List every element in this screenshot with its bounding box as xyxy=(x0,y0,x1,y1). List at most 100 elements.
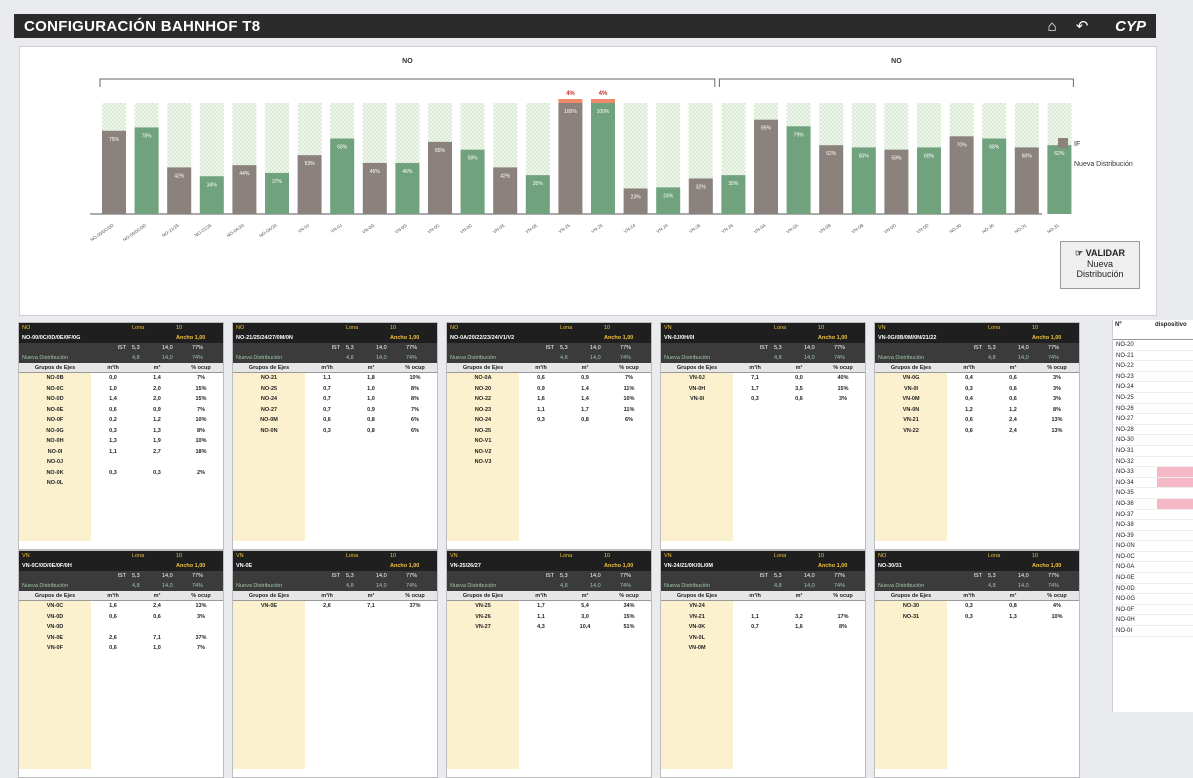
table-row[interactable]: NO-0D 1,4 2,0 15% xyxy=(19,394,223,405)
list-item[interactable]: NO-0F xyxy=(1113,605,1193,616)
category-label: NO-30 xyxy=(981,222,995,234)
legend-label: IF xyxy=(1074,141,1080,148)
table-row[interactable]: VN-0I 0,3 0,6 3% xyxy=(661,394,865,405)
list-item[interactable]: NO-36 xyxy=(1113,498,1193,510)
list-item[interactable]: NO-38 xyxy=(1113,520,1193,531)
table-row[interactable]: VN-0N 1,2 1,2 8% xyxy=(875,405,1079,416)
list-item[interactable]: NO-25 xyxy=(1113,393,1193,404)
table-row[interactable]: NO-23 1,1 1,7 11% xyxy=(447,405,651,416)
table-row[interactable]: VN-25 1,7 5,4 34% xyxy=(447,601,651,612)
table-row[interactable]: NO-0F 0,2 1,2 10% xyxy=(19,415,223,426)
list-item[interactable]: NO-33 xyxy=(1113,467,1193,478)
list-item[interactable]: NO-0N xyxy=(1113,541,1193,552)
list-item[interactable]: NO-32 xyxy=(1113,457,1193,468)
table-row[interactable]: NO-0K 0,3 0,3 2% xyxy=(19,468,223,479)
card-field: Lona xyxy=(774,553,787,559)
list-item[interactable]: NO-0E xyxy=(1113,573,1193,584)
table-row[interactable]: VN-0J 7,1 0,0 40% xyxy=(661,373,865,384)
table-row[interactable]: VN-21 1,1 3,2 17% xyxy=(661,612,865,623)
table-row[interactable]: VN-0M 0,4 0,6 3% xyxy=(875,394,1079,405)
list-item[interactable]: NO-34 xyxy=(1113,477,1193,489)
list-item[interactable]: NO-24 xyxy=(1113,382,1193,393)
table-row[interactable]: NO-25 xyxy=(447,426,651,437)
table-row[interactable]: VN-0K 0,7 1,6 8% xyxy=(661,622,865,633)
list-item[interactable]: NO-37 xyxy=(1113,510,1193,521)
table-row[interactable]: VN-0E 2,6 7,1 37% xyxy=(19,633,223,644)
table-row[interactable]: NO-0C 1,0 2,0 15% xyxy=(19,384,223,395)
category-label: VN-0B xyxy=(851,223,865,235)
card-group-title: NO-21/25/24/27/0M/0N Ancho 1,00 xyxy=(233,333,437,343)
table-row[interactable]: VN-24 xyxy=(661,601,865,612)
bar xyxy=(786,126,811,214)
card-field: Lona xyxy=(346,325,359,331)
table-row[interactable]: VN-21 0,6 2,4 13% xyxy=(875,415,1079,426)
card-type: NO xyxy=(450,325,459,331)
table-row[interactable]: VN-0L xyxy=(661,633,865,644)
home-icon[interactable]: ⌂ xyxy=(1037,18,1067,35)
table-row[interactable]: VN-0G 0,4 0,6 3% xyxy=(875,373,1079,384)
list-item[interactable]: NO-26 xyxy=(1113,404,1193,415)
list-item[interactable]: NO-31 xyxy=(1113,446,1193,457)
table-row[interactable]: NO-0L xyxy=(19,478,223,489)
table-row[interactable]: NO-0G 0,3 1,3 8% xyxy=(19,426,223,437)
table-row[interactable]: VN-0C 1,6 2,4 13% xyxy=(19,601,223,612)
list-item[interactable]: NO-20 xyxy=(1113,340,1193,351)
table-row[interactable]: NO-0N 0,3 0,8 6% xyxy=(233,426,437,437)
table-row[interactable]: NO-0M 0,6 0,8 6% xyxy=(233,415,437,426)
list-item[interactable]: NO-0D xyxy=(1113,584,1193,595)
table-row[interactable]: NO-25 0,7 1,0 8% xyxy=(233,384,437,395)
card-header: VN Lona 10 xyxy=(661,551,865,561)
list-item[interactable]: NO-23 xyxy=(1113,372,1193,383)
bar xyxy=(656,187,681,214)
table-row[interactable]: NO-V3 xyxy=(447,457,651,468)
list-item[interactable]: NO-35 xyxy=(1113,488,1193,499)
list-item[interactable]: NO-30 xyxy=(1113,435,1193,446)
table-row[interactable]: NO-0J xyxy=(19,457,223,468)
table-row[interactable]: VN-0H 1,7 3,5 15% xyxy=(661,384,865,395)
list-item[interactable]: NO-28 xyxy=(1113,425,1193,436)
device-list-panel[interactable]: Nº dispositivo NO-20 NO-21 NO-22 NO-23 NO-24… xyxy=(1112,320,1193,712)
table-row[interactable]: VN-26 1,1 3,0 15% xyxy=(447,612,651,623)
table-row[interactable]: NO-31 0,3 1,3 10% xyxy=(875,612,1079,623)
table-row[interactable]: NO-0E 0,6 0,9 7% xyxy=(19,405,223,416)
table-row[interactable]: VN-0D xyxy=(19,622,223,633)
table-row[interactable]: NO-21 1,1 1,8 10% xyxy=(233,373,437,384)
bar-value-label: 65% xyxy=(435,148,446,154)
table-row[interactable]: VN-0M xyxy=(661,643,865,654)
table-row[interactable]: NO-0I 1,1 2,7 18% xyxy=(19,447,223,458)
table-row[interactable]: VN-0E 2,6 7,1 37% xyxy=(233,601,437,612)
table-row[interactable]: VN-0F 0,6 1,0 7% xyxy=(19,643,223,654)
list-item[interactable]: NO-27 xyxy=(1113,414,1193,425)
table-row[interactable]: VN-0I 0,3 0,6 3% xyxy=(875,384,1079,395)
list-item[interactable]: NO-0C xyxy=(1113,552,1193,563)
back-arrow-icon[interactable]: ↶ xyxy=(1067,17,1097,35)
table-row[interactable]: NO-22 1,6 1,4 10% xyxy=(447,394,651,405)
list-item[interactable]: NO-0H xyxy=(1113,615,1193,627)
category-label: NO-31 xyxy=(1046,222,1060,234)
table-row[interactable]: VN-27 4,3 10,4 51% xyxy=(447,622,651,633)
table-row[interactable]: NO-27 0,7 0,9 7% xyxy=(233,405,437,416)
table-row[interactable]: NO-V1 xyxy=(447,436,651,447)
list-item[interactable]: NO-0G xyxy=(1113,594,1193,605)
pointer-icon: ☞ xyxy=(1075,248,1084,258)
card-field: Lona xyxy=(560,553,573,559)
list-item[interactable]: NO-0I xyxy=(1113,626,1193,637)
card-header: NO Lona 10 xyxy=(19,323,223,333)
list-item[interactable]: NO-0A xyxy=(1113,562,1193,574)
list-item[interactable]: NO-39 xyxy=(1113,531,1193,542)
table-row[interactable]: NO-0B 0,0 1,4 7% xyxy=(19,373,223,384)
table-row[interactable]: VN-0D 0,6 0,6 3% xyxy=(19,612,223,623)
table-row[interactable]: NO-24 0,3 0,8 6% xyxy=(447,415,651,426)
table-row[interactable]: VN-22 0,6 2,4 13% xyxy=(875,426,1079,437)
card-body: VN-24 VN-21 1,1 3,2 17% VN-0K 0,7 1,6 8% VN-0L VN-… xyxy=(661,601,865,769)
validar-button[interactable]: ☞ VALIDAR Nueva Distribución xyxy=(1060,241,1140,289)
list-item[interactable]: NO-21 xyxy=(1113,351,1193,362)
table-row[interactable]: NO-30 0,3 0,8 4% xyxy=(875,601,1079,612)
table-row[interactable]: NO-20 0,9 1,4 11% xyxy=(447,384,651,395)
table-row[interactable]: NO-V2 xyxy=(447,447,651,458)
table-row[interactable]: NO-24 0,7 1,0 8% xyxy=(233,394,437,405)
table-row[interactable]: NO-0H 1,3 1,9 10% xyxy=(19,436,223,447)
table-row[interactable]: NO-0A 0,6 0,9 7% xyxy=(447,373,651,384)
card-ist-row: IST 5,3 14,0 77% xyxy=(661,571,865,581)
list-item[interactable]: NO-22 xyxy=(1113,361,1193,372)
